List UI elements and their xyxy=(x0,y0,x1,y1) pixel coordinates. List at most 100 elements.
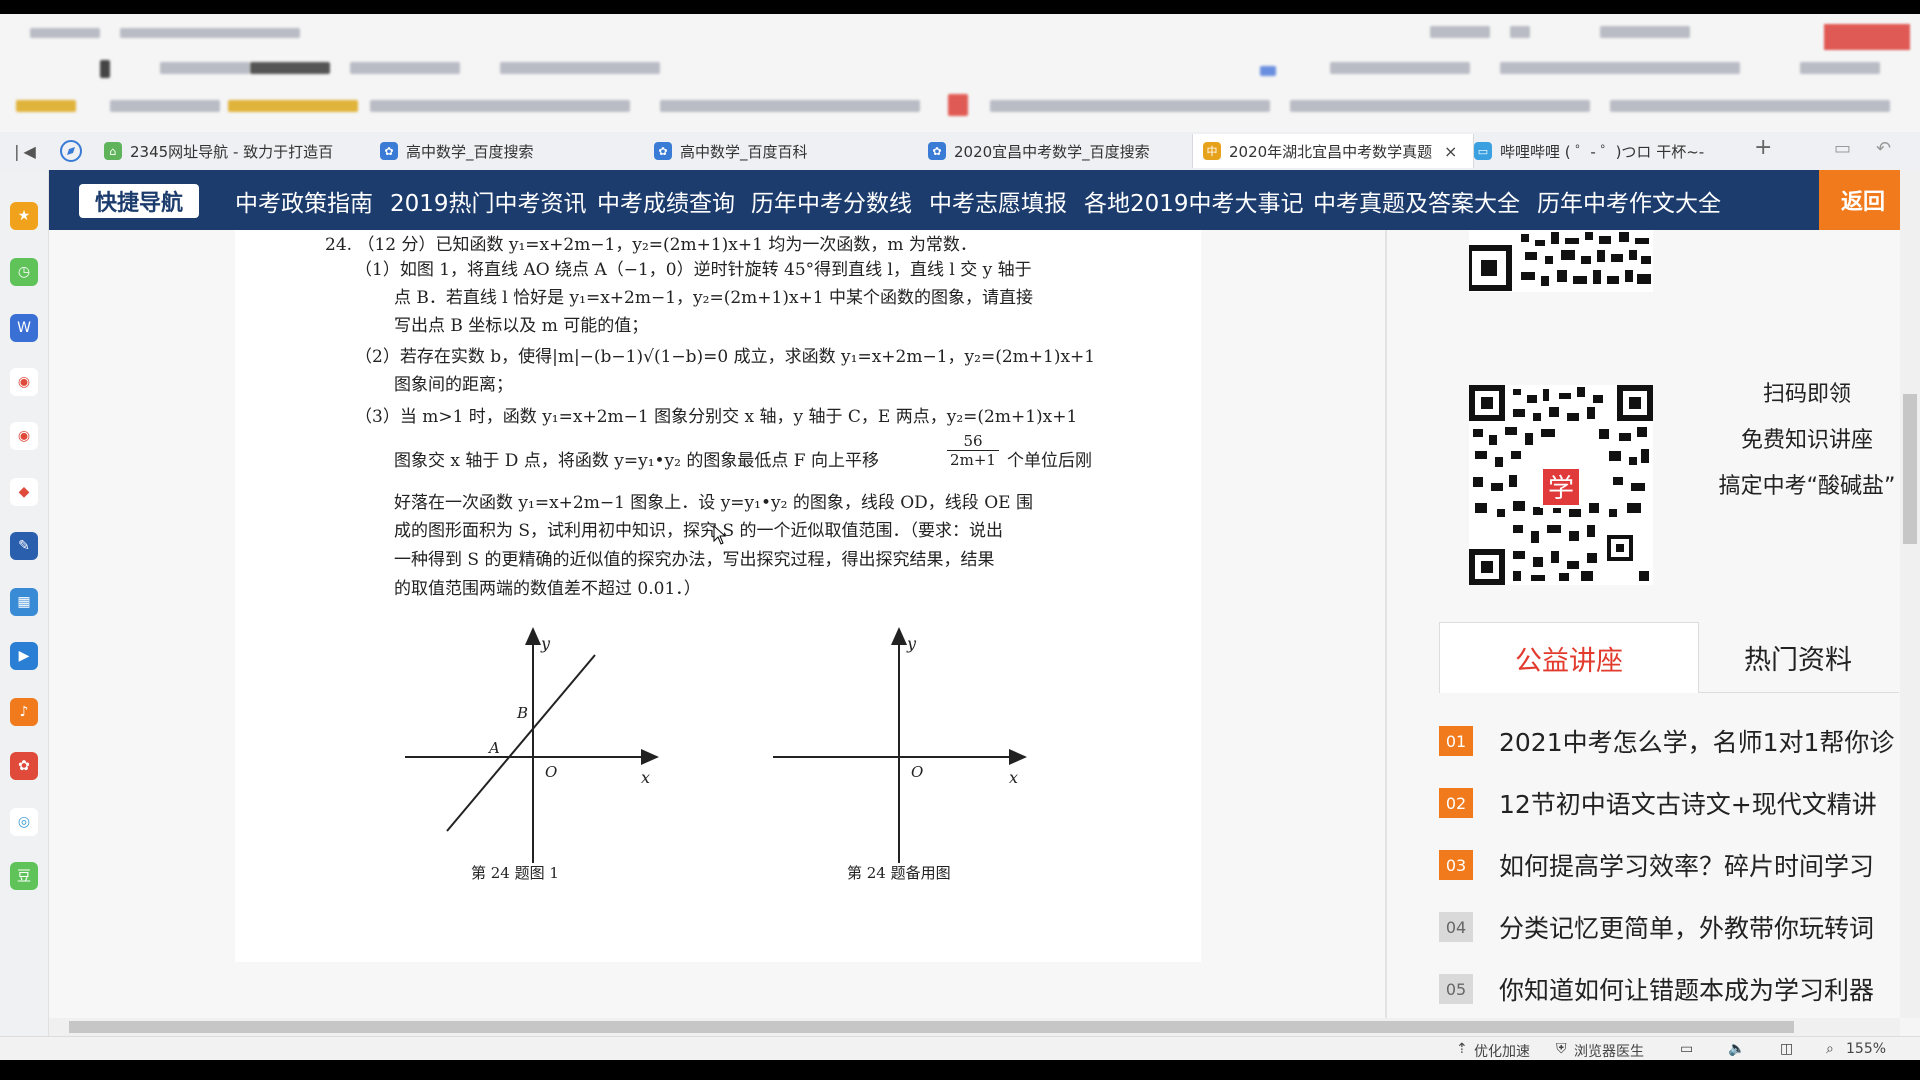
horizontal-scrollbar[interactable] xyxy=(49,1018,1900,1036)
browser-doctor-button[interactable]: 浏览器医生 xyxy=(1574,1041,1644,1060)
tab-2345[interactable]: ⌂ 2345网址导航 - 致力于打造百 xyxy=(104,134,334,168)
web-page: 快捷导航 中考政策指南 2019热门中考资讯 中考成绩查询 历年中考分数线 中考… xyxy=(49,170,1900,1018)
tab-hot-materials[interactable]: 热门资料 xyxy=(1697,622,1899,692)
tab-title: 高中数学_百度搜索 xyxy=(406,142,534,161)
nav-link-events[interactable]: 各地2019中考大事记 xyxy=(1084,184,1304,218)
question-line: 写出点 B 坐标以及 m 可能的值； xyxy=(394,316,649,336)
rank-badge: 05 xyxy=(1439,974,1473,1004)
undo-close-icon[interactable]: ↶ xyxy=(1876,138,1891,159)
nav-link-cutoff[interactable]: 历年中考分数线 xyxy=(751,184,912,218)
chrome-icon[interactable]: ◎ xyxy=(10,808,38,836)
weibo-icon-2[interactable]: ◉ xyxy=(10,422,38,450)
photo-icon[interactable]: ▦ xyxy=(10,588,38,616)
qr-code-top[interactable] xyxy=(1466,230,1653,292)
question-line: 成的图形面积为 S，试利用初中知识，探究 S 的一个近似取值范围．（要求：说出 xyxy=(394,521,1004,541)
question-line: 图象交 x 轴于 D 点，将函数 y=y₁•y₂ 的图象最低点 F 向上平移 xyxy=(394,451,879,471)
label-o: O xyxy=(911,763,923,781)
figure-1-caption: 第 24 题图 1 xyxy=(471,864,559,882)
rank-badge: 02 xyxy=(1439,788,1473,818)
tab-baidu-baike[interactable]: ✿ 高中数学_百度百科 xyxy=(654,134,884,168)
horizontal-scroll-thumb[interactable] xyxy=(69,1021,1794,1033)
question-line: （2）若存在实数 b，使得|m|−(b−1)√(1−b)=0 成立，求函数 y₁… xyxy=(355,347,1096,367)
back-button[interactable]: 返回 xyxy=(1819,170,1900,230)
tab-yichang-math[interactable]: 中 2020年湖北宜昌中考数学真题 × xyxy=(1192,134,1474,168)
history-icon[interactable]: ◷ xyxy=(10,258,38,286)
sidebar-toggle-button[interactable]: ❘◀ xyxy=(10,138,36,164)
new-tab-button[interactable]: + xyxy=(1754,135,1772,160)
video-icon[interactable]: ▶ xyxy=(10,642,38,670)
compass-icon[interactable] xyxy=(58,138,84,164)
novel-icon[interactable]: ✿ xyxy=(10,752,38,780)
figure-2: y x O xyxy=(773,627,1027,863)
window-icon[interactable]: ◫ xyxy=(1780,1041,1793,1057)
music-icon[interactable]: ♪ xyxy=(10,698,38,726)
qr-badge: 学 xyxy=(1548,474,1574,504)
label-y: y xyxy=(906,634,917,653)
douban-icon[interactable]: 豆 xyxy=(10,862,38,890)
question-line: 的取值范围两端的数值差不超过 0.01．） xyxy=(394,579,701,599)
weibo-icon[interactable]: ◉ xyxy=(10,368,38,396)
display-icon[interactable]: ▭ xyxy=(1680,1041,1693,1057)
nav-link-exams[interactable]: 中考真题及答案大全 xyxy=(1313,184,1520,218)
restore-tabs-icon[interactable]: ▭ xyxy=(1834,138,1851,159)
tab-title: 2345网址导航 - 致力于打造百 xyxy=(130,142,334,161)
nav-link-essays[interactable]: 历年中考作文大全 xyxy=(1537,184,1721,218)
list-item[interactable]: 02 12节初中语文古诗文+现代文精讲 xyxy=(1439,783,1877,823)
zoom-level[interactable]: 155% xyxy=(1846,1041,1886,1057)
optimize-button[interactable]: 优化加速 xyxy=(1474,1041,1530,1060)
question-line: 图象间的距离； xyxy=(394,375,513,395)
pen-icon[interactable]: ✎ xyxy=(10,532,38,560)
list-item-text: 你知道如何让错题本成为学习利器 xyxy=(1499,976,1875,1005)
label-y: y xyxy=(540,634,551,653)
star-icon[interactable]: ★ xyxy=(10,202,38,230)
question-line: 好落在一次函数 y₁=x+2m−1 图象上．设 y=y₁•y₂ 的图象，线段 O… xyxy=(394,493,1033,513)
nav-link-scores[interactable]: 中考成绩查询 xyxy=(597,184,735,218)
tv-icon: ▭ xyxy=(1474,142,1492,160)
fraction-numerator: 56 xyxy=(963,432,983,450)
nav-link-policy[interactable]: 中考政策指南 xyxy=(235,184,373,218)
browser-window: ❘◀ ⌂ 2345网址导航 - 致力于打造百 ✿ 高中数学_百度搜索 ✿ 高中数… xyxy=(0,14,1920,1060)
list-item-text: 12节初中语文古诗文+现代文精讲 xyxy=(1499,790,1877,819)
list-item[interactable]: 03 如何提高学习效率？碎片时间学习 xyxy=(1439,845,1874,885)
tab-title: 高中数学_百度百科 xyxy=(680,142,808,161)
quick-nav-badge: 快捷导航 xyxy=(79,184,200,218)
nav-link-news[interactable]: 2019热门中考资讯 xyxy=(390,184,587,218)
tab-title: 哔哩哔哩 ( ゜- ゜)つロ 干杯~-b xyxy=(1500,142,1704,161)
tab-bilibili[interactable]: ▭ 哔哩哔哩 ( ゜- ゜)つロ 干杯~-b xyxy=(1474,134,1704,168)
question-line: 个单位后刚 xyxy=(1007,451,1092,471)
tab-public-lectures[interactable]: 公益讲座 xyxy=(1439,622,1699,693)
promo-line: 免费知识讲座 xyxy=(1740,428,1873,453)
qr-code-lecture[interactable]: 学 xyxy=(1469,385,1653,585)
paw-icon: ✿ xyxy=(380,142,398,160)
tab-bar: ❘◀ ⌂ 2345网址导航 - 致力于打造百 ✿ 高中数学_百度搜索 ✿ 高中数… xyxy=(0,132,1920,171)
question-line: （3）当 m>1 时，函数 y₁=x+2m−1 图象分别交 x 轴，y 轴于 C… xyxy=(355,407,1078,427)
label-x: x xyxy=(1009,768,1018,787)
nav-link-application[interactable]: 中考志愿填报 xyxy=(929,184,1067,218)
tab-title: 2020年湖北宜昌中考数学真题 xyxy=(1229,142,1433,161)
figure-2-caption: 第 24 题备用图 xyxy=(847,864,951,882)
rank-badge: 01 xyxy=(1439,726,1473,756)
list-item[interactable]: 01 2021中考怎么学，名师1对1帮你诊 xyxy=(1439,721,1894,761)
vertical-scroll-thumb[interactable] xyxy=(1903,394,1917,544)
close-tab-button[interactable]: × xyxy=(1444,142,1457,161)
label-o: O xyxy=(545,763,557,781)
tab-baidu-search-1[interactable]: ✿ 高中数学_百度搜索 xyxy=(380,134,610,168)
label-b: B xyxy=(516,704,528,722)
blurred-title-area xyxy=(0,14,1920,132)
vertical-scrollbar[interactable] xyxy=(1900,170,1920,1018)
resource-tabs: 公益讲座 热门资料 xyxy=(1439,622,1899,693)
column-divider xyxy=(1385,230,1387,1018)
list-item-text: 如何提高学习效率？碎片时间学习 xyxy=(1499,852,1875,881)
volume-icon[interactable]: 🔈 xyxy=(1728,1041,1745,1057)
tab-baidu-search-2[interactable]: ✿ 2020宜昌中考数学_百度搜索 xyxy=(928,134,1178,168)
rocket-icon: ⇡ xyxy=(1456,1041,1468,1057)
label-x: x xyxy=(641,768,650,787)
word-icon[interactable]: W xyxy=(10,314,38,342)
question-line: 24. （12 分）已知函数 y₁=x+2m−1，y₂=(2m+1)x+1 均为… xyxy=(325,235,977,255)
game-icon[interactable]: ◆ xyxy=(10,478,38,506)
rank-badge: 04 xyxy=(1439,912,1473,942)
label-a: A xyxy=(487,739,500,757)
list-item[interactable]: 04 分类记忆更简单，外教带你玩转词 xyxy=(1439,907,1874,947)
list-item[interactable]: 05 你知道如何让错题本成为学习利器 xyxy=(1439,969,1874,1009)
promo-line: 搞定中考“酸碱盐” xyxy=(1718,474,1896,499)
